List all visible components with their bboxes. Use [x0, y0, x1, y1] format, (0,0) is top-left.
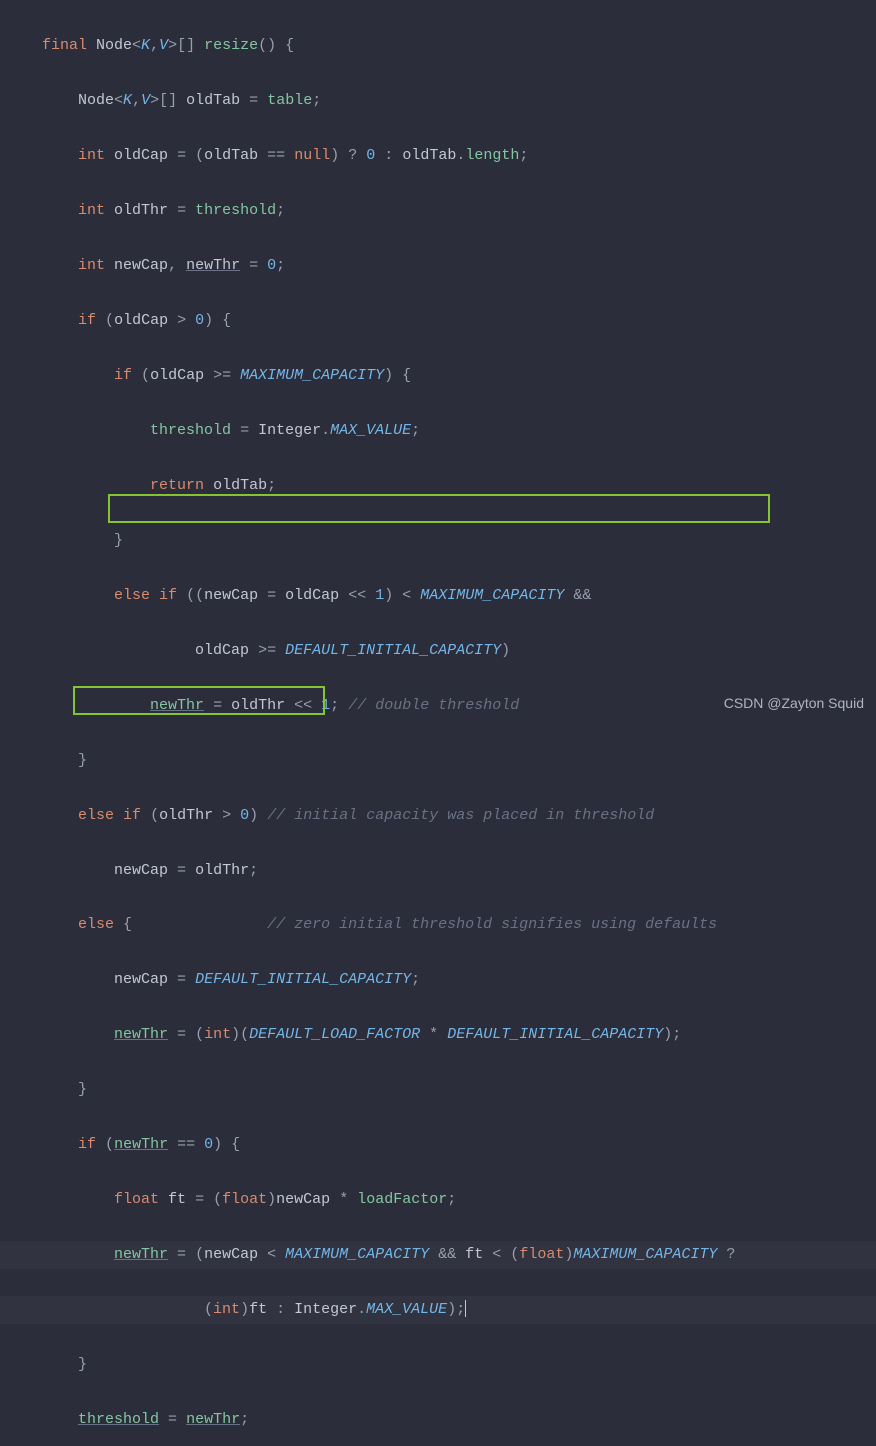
code-line: if (oldCap > 0) {: [0, 307, 876, 335]
code-line: }: [0, 747, 876, 775]
code-line: (int)ft : Integer.MAX_VALUE);: [0, 1296, 876, 1324]
code-line: oldCap >= DEFAULT_INITIAL_CAPACITY): [0, 637, 876, 665]
code-line: Node<K,V>[] oldTab = table;: [0, 87, 876, 115]
code-line: int oldThr = threshold;: [0, 197, 876, 225]
code-line: int newCap, newThr = 0;: [0, 252, 876, 280]
code-line: float ft = (float)newCap * loadFactor;: [0, 1186, 876, 1214]
code-line: threshold = newThr;: [0, 1406, 876, 1434]
code-line: if (newThr == 0) {: [0, 1131, 876, 1159]
code-line: }: [0, 527, 876, 555]
code-line: newThr = (newCap < MAXIMUM_CAPACITY && f…: [0, 1241, 876, 1269]
type-param-v: V: [159, 37, 168, 54]
code-line: threshold = Integer.MAX_VALUE;: [0, 417, 876, 445]
keyword-final: final: [42, 37, 87, 54]
code-line: }: [0, 1076, 876, 1104]
code-line: return oldTab;: [0, 472, 876, 500]
method-resize: resize: [204, 37, 258, 54]
code-block: final Node<K,V>[] resize() { Node<K,V>[]…: [0, 0, 876, 1446]
code-line: else if (oldThr > 0) // initial capacity…: [0, 802, 876, 830]
code-line: if (oldCap >= MAXIMUM_CAPACITY) {: [0, 362, 876, 390]
cursor: [465, 1300, 466, 1317]
type-node: Node: [96, 37, 132, 54]
code-line: int oldCap = (oldTab == null) ? 0 : oldT…: [0, 142, 876, 170]
code-line: newThr = (int)(DEFAULT_LOAD_FACTOR * DEF…: [0, 1021, 876, 1049]
code-line: else if ((newCap = oldCap << 1) < MAXIMU…: [0, 582, 876, 610]
code-line: newCap = oldThr;: [0, 857, 876, 885]
code-line: final Node<K,V>[] resize() {: [0, 32, 876, 60]
type-param-k: K: [141, 37, 150, 54]
code-line: newCap = DEFAULT_INITIAL_CAPACITY;: [0, 966, 876, 994]
watermark: CSDN @Zayton Squid: [724, 691, 864, 717]
code-line: }: [0, 1351, 876, 1379]
code-line: else { // zero initial threshold signifi…: [0, 911, 876, 939]
